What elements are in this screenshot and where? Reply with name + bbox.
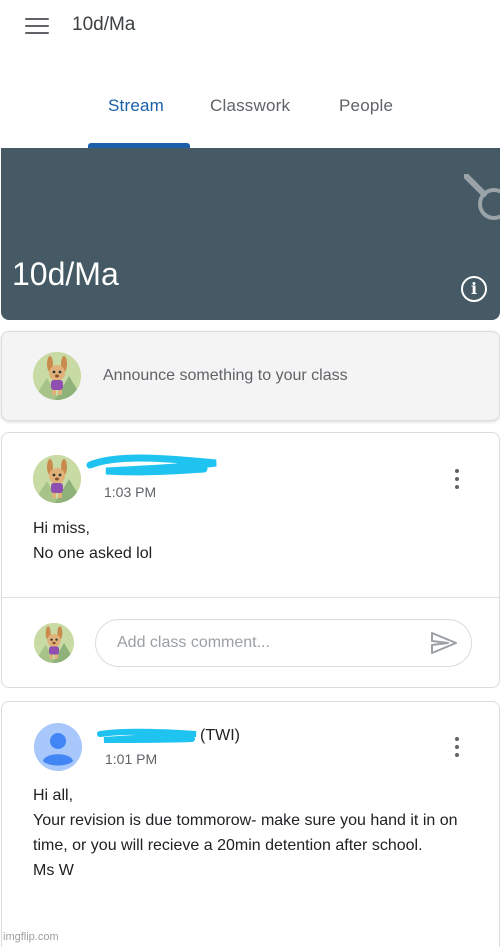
announce-placeholder: Announce something to your class xyxy=(103,367,348,384)
watermark: imgflip.com xyxy=(3,931,59,943)
user-avatar-icon xyxy=(34,623,74,663)
class-comment-input[interactable] xyxy=(95,619,472,667)
send-icon[interactable] xyxy=(430,631,458,655)
class-banner: 10d/Ma i xyxy=(1,148,500,320)
hamburger-menu-icon[interactable] xyxy=(25,18,49,36)
info-icon[interactable]: i xyxy=(461,276,487,302)
tab-bar: Stream Classwork People xyxy=(0,86,500,148)
stream-post: 1:03 PM Hi miss, No one asked lol xyxy=(1,432,500,688)
class-title: 10d/Ma xyxy=(12,256,119,292)
more-vert-icon[interactable] xyxy=(452,737,462,759)
magnifier-illustration-icon xyxy=(464,174,500,220)
divider xyxy=(2,597,499,598)
app-title: 10d/Ma xyxy=(72,14,136,35)
avatar xyxy=(34,723,82,771)
redacted-author-name xyxy=(86,454,217,476)
redacted-author-name xyxy=(97,728,197,743)
post-time: 1:01 PM xyxy=(105,751,158,767)
avatar xyxy=(34,623,74,663)
user-avatar-icon xyxy=(33,352,81,400)
user-avatar-icon xyxy=(33,455,81,503)
tab-people[interactable]: People xyxy=(339,96,393,116)
default-person-icon xyxy=(34,723,82,771)
post-body: Hi all, Your revision is due tommorow- m… xyxy=(33,787,458,879)
author-name-suffix: (TWI) xyxy=(200,727,240,744)
announce-box[interactable]: Announce something to your class xyxy=(1,331,500,421)
more-vert-icon[interactable] xyxy=(452,469,462,491)
post-body: Hi miss, No one asked lol xyxy=(33,520,153,562)
top-app-bar: 10d/Ma xyxy=(0,0,500,52)
avatar xyxy=(33,455,81,503)
post-time: 1:03 PM xyxy=(104,484,157,500)
avatar xyxy=(33,352,81,400)
stream-post: (TWI) 1:01 PM Hi all, Your revision is d… xyxy=(1,701,500,947)
tab-classwork[interactable]: Classwork xyxy=(210,96,290,116)
tab-stream[interactable]: Stream xyxy=(108,96,164,116)
